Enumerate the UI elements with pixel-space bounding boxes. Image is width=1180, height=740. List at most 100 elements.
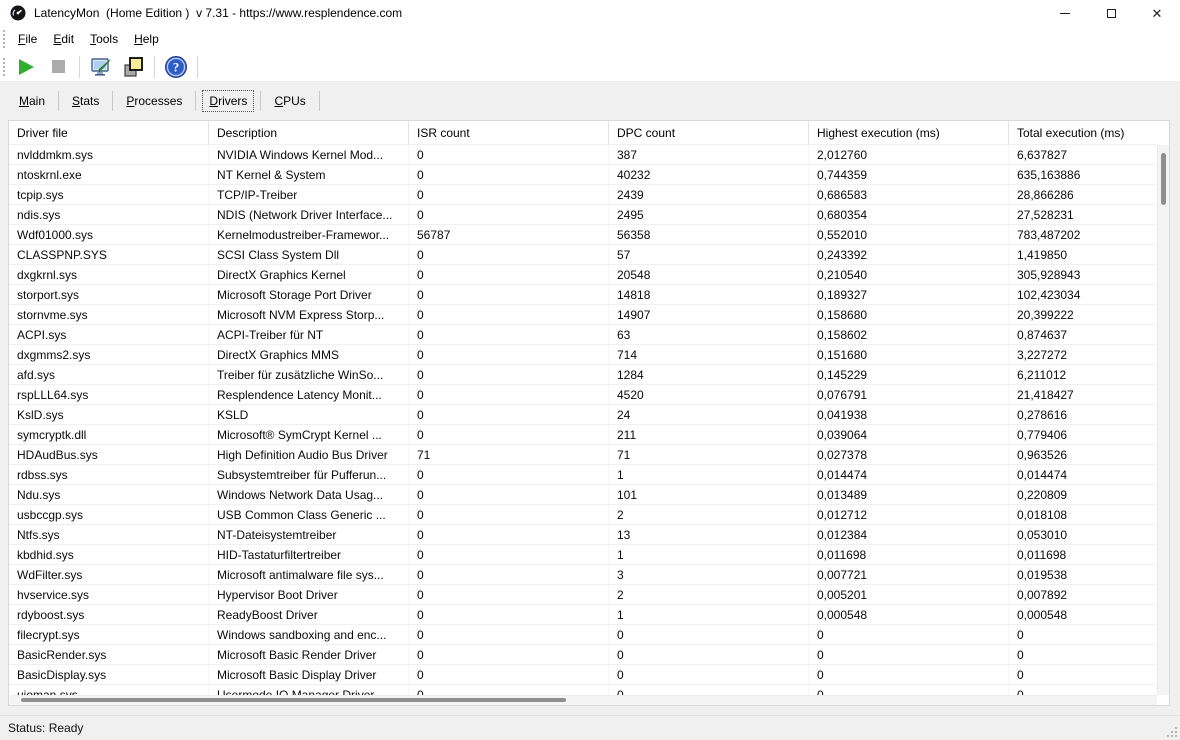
tab-separator [112,91,113,111]
help-button[interactable]: ? [162,54,190,80]
cell-driver-file: Ntfs.sys [9,525,209,544]
cell-description: NT-Dateisystemtreiber [209,525,409,544]
menubar-grip-handle[interactable] [3,30,6,48]
cell-total-execution: 0,011698 [1009,545,1157,564]
menu-tools[interactable]: Tools [82,28,126,50]
cell-description: Windows sandboxing and enc... [209,625,409,644]
toolbar-separator [197,56,198,78]
column-header-dpc-count[interactable]: DPC count [609,121,809,144]
table-row[interactable]: KslD.sys KSLD 0 24 0,041938 0,278616 [9,405,1157,425]
table-row[interactable]: hvservice.sys Hypervisor Boot Driver 0 2… [9,585,1157,605]
cell-isr-count: 0 [409,145,609,164]
tab-processes[interactable]: Processes [119,90,189,112]
tab-main[interactable]: Main [12,90,52,112]
cell-highest-execution: 0,076791 [809,385,1009,404]
cell-highest-execution: 0,000548 [809,605,1009,624]
table-row[interactable]: CLASSPNP.SYS SCSI Class System Dll 0 57 … [9,245,1157,265]
table-row[interactable]: stornvme.sys Microsoft NVM Express Storp… [9,305,1157,325]
table-row[interactable]: Ndu.sys Windows Network Data Usag... 0 1… [9,485,1157,505]
cell-dpc-count: 2 [609,505,809,524]
column-header-description[interactable]: Description [209,121,409,144]
tab-separator [260,91,261,111]
table-row[interactable]: rdyboost.sys ReadyBoost Driver 0 1 0,000… [9,605,1157,625]
cell-description: Microsoft Storage Port Driver [209,285,409,304]
toolbar-grip-handle[interactable] [3,58,6,76]
menu-help[interactable]: Help [126,28,167,50]
options-button[interactable] [87,54,115,80]
cell-highest-execution: 0,189327 [809,285,1009,304]
cell-isr-count: 0 [409,625,609,644]
cell-dpc-count: 0 [609,625,809,644]
stop-monitor-button[interactable] [44,54,72,80]
cell-driver-file: kbdhid.sys [9,545,209,564]
vertical-scrollbar[interactable] [1157,145,1169,695]
cell-driver-file: ndis.sys [9,205,209,224]
column-header-total-execution[interactable]: Total execution (ms) [1009,121,1157,144]
table-row[interactable]: rdbss.sys Subsystemtreiber für Pufferun.… [9,465,1157,485]
cell-highest-execution: 0,151680 [809,345,1009,364]
cell-driver-file: uioman.sys [9,685,209,695]
cell-highest-execution: 0,158680 [809,305,1009,324]
table-row[interactable]: tcpip.sys TCP/IP-Treiber 0 2439 0,686583… [9,185,1157,205]
table-row[interactable]: symcryptk.dll Microsoft® SymCrypt Kernel… [9,425,1157,445]
table-row[interactable]: nvlddmkm.sys NVIDIA Windows Kernel Mod..… [9,145,1157,165]
close-button[interactable]: ✕ [1134,0,1180,26]
stop-icon [52,60,65,73]
cell-highest-execution: 0,145229 [809,365,1009,384]
cell-highest-execution: 0,744359 [809,165,1009,184]
menu-file[interactable]: File [10,28,45,50]
menu-edit[interactable]: Edit [45,28,82,50]
table-row[interactable]: filecrypt.sys Windows sandboxing and enc… [9,625,1157,645]
table-row[interactable]: usbccgp.sys USB Common Class Generic ...… [9,505,1157,525]
drivers-table: Driver file Description ISR count DPC co… [8,120,1170,706]
table-row[interactable]: Wdf01000.sys Kernelmodustreiber-Framewor… [9,225,1157,245]
cell-isr-count: 0 [409,205,609,224]
horizontal-scrollbar-thumb[interactable] [21,698,566,702]
table-row[interactable]: kbdhid.sys HID-Tastaturfiltertreiber 0 1… [9,545,1157,565]
cell-total-execution: 27,528231 [1009,205,1157,224]
table-row[interactable]: BasicDisplay.sys Microsoft Basic Display… [9,665,1157,685]
cell-description: Microsoft Basic Display Driver [209,665,409,684]
column-header-isr-count[interactable]: ISR count [409,121,609,144]
minimize-button[interactable] [1042,0,1088,26]
tab-drivers[interactable]: Drivers [202,90,254,112]
start-monitor-button[interactable] [12,54,40,80]
cell-dpc-count: 4520 [609,385,809,404]
tab-cpus[interactable]: CPUs [267,90,312,112]
table-row[interactable]: uioman.sys Usermode IO Manager Driver 0 … [9,685,1157,695]
table-row[interactable]: Ntfs.sys NT-Dateisystemtreiber 0 13 0,01… [9,525,1157,545]
table-row[interactable]: WdFilter.sys Microsoft antimalware file … [9,565,1157,585]
table-row[interactable]: ACPI.sys ACPI-Treiber für NT 0 63 0,1586… [9,325,1157,345]
table-row[interactable]: rspLLL64.sys Resplendence Latency Monit.… [9,385,1157,405]
horizontal-scrollbar[interactable] [9,695,1157,705]
column-header-driver-file[interactable]: Driver file [9,121,209,144]
cell-total-execution: 0,019538 [1009,565,1157,584]
tab-stats[interactable]: Stats [65,90,106,112]
column-header-highest-execution[interactable]: Highest execution (ms) [809,121,1009,144]
cell-dpc-count: 387 [609,145,809,164]
maximize-button[interactable] [1088,0,1134,26]
report-button[interactable] [119,54,147,80]
table-row[interactable]: ndis.sys NDIS (Network Driver Interface.… [9,205,1157,225]
cell-driver-file: KslD.sys [9,405,209,424]
cell-total-execution: 0,053010 [1009,525,1157,544]
table-row[interactable]: ntoskrnl.exe NT Kernel & System 0 40232 … [9,165,1157,185]
cell-driver-file: hvservice.sys [9,585,209,604]
table-row[interactable]: HDAudBus.sys High Definition Audio Bus D… [9,445,1157,465]
cell-total-execution: 6,637827 [1009,145,1157,164]
table-row[interactable]: storport.sys Microsoft Storage Port Driv… [9,285,1157,305]
cell-total-execution: 783,487202 [1009,225,1157,244]
table-row[interactable]: BasicRender.sys Microsoft Basic Render D… [9,645,1157,665]
cell-highest-execution: 0,158602 [809,325,1009,344]
table-row[interactable]: dxgmms2.sys DirectX Graphics MMS 0 714 0… [9,345,1157,365]
table-row[interactable]: dxgkrnl.sys DirectX Graphics Kernel 0 20… [9,265,1157,285]
cell-isr-count: 0 [409,265,609,284]
resize-grip-handle[interactable] [1165,725,1177,737]
table-row[interactable]: afd.sys Treiber für zusätzliche WinSo...… [9,365,1157,385]
cell-driver-file: dxgmms2.sys [9,345,209,364]
cell-total-execution: 0,014474 [1009,465,1157,484]
cell-highest-execution: 0,012384 [809,525,1009,544]
cell-dpc-count: 24 [609,405,809,424]
vertical-scrollbar-thumb[interactable] [1161,153,1166,205]
cell-dpc-count: 0 [609,665,809,684]
